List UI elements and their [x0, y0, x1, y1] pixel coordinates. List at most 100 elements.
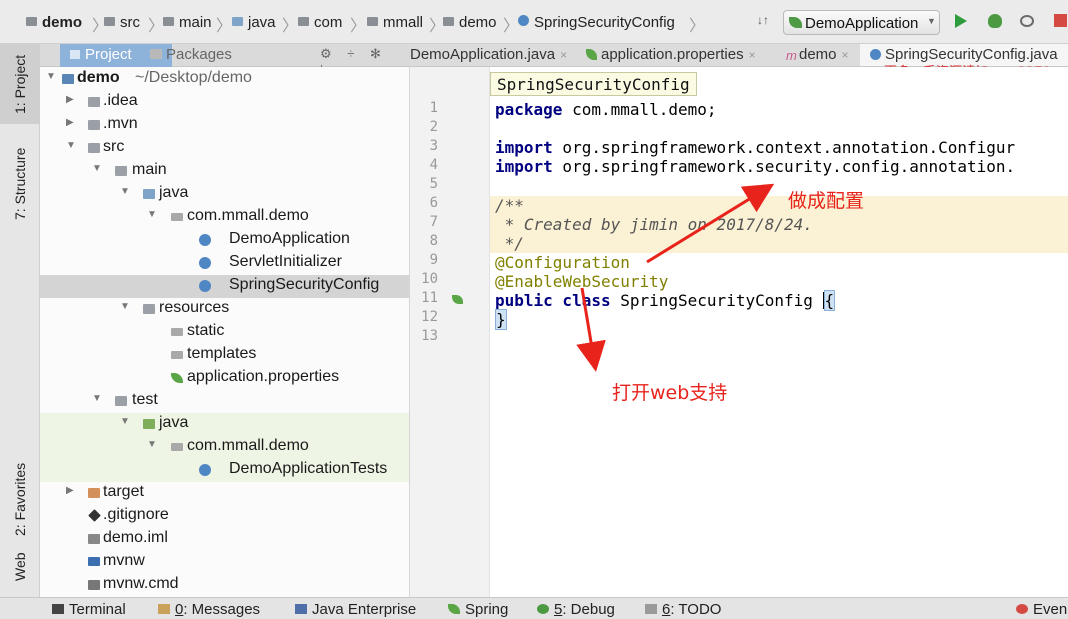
- tree-item-demo-iml[interactable]: demo.iml: [40, 528, 409, 551]
- editor-tab-demoapplication[interactable]: DemoApplication.java ×: [410, 46, 567, 63]
- code-line-11: public class SpringSecurityConfig {: [495, 290, 836, 311]
- messages-icon: [158, 604, 170, 614]
- tree-item-java[interactable]: ▼ java: [40, 183, 409, 206]
- breadcrumb-item-demo-pkg[interactable]: demo: [443, 14, 497, 31]
- line-number: 6: [429, 195, 438, 211]
- line-number: 1: [429, 100, 438, 116]
- tree-item-test-package[interactable]: ▼ com.mmall.demo: [40, 436, 409, 459]
- chevron-down-icon[interactable]: ▼: [66, 140, 76, 151]
- run-icon[interactable]: [955, 14, 967, 28]
- stop-icon[interactable]: [1054, 14, 1067, 27]
- tree-item-mvn[interactable]: ▶ .mvn: [40, 114, 409, 137]
- tool-button-todo[interactable]: 6: TODO: [645, 601, 721, 618]
- chevron-right-icon: 〉: [689, 18, 706, 35]
- tree-item-static[interactable]: static: [40, 321, 409, 344]
- tool-button-event-log[interactable]: Even: [1016, 601, 1067, 618]
- breadcrumb-item-com[interactable]: com: [298, 14, 342, 31]
- tool-button-debug[interactable]: 5: Debug: [537, 601, 615, 618]
- code-line-12: }: [495, 309, 507, 330]
- tool-tab-web[interactable]: Web: [0, 539, 40, 594]
- chevron-right-icon[interactable]: ▶: [66, 117, 74, 128]
- folder-icon: [115, 166, 127, 176]
- code-editor[interactable]: SpringSecurityConfig package com.mmall.d…: [490, 67, 1068, 597]
- tree-item-application-properties[interactable]: application.properties: [40, 367, 409, 390]
- resources-folder-icon: [143, 304, 155, 314]
- coverage-icon[interactable]: [1020, 15, 1034, 27]
- chevron-down-icon[interactable]: ▼: [92, 163, 102, 174]
- tree-item-mvnw[interactable]: mvnw: [40, 551, 409, 574]
- debug-icon: [537, 604, 549, 614]
- code-line-6: /**: [490, 196, 1068, 215]
- code-line-8: */: [490, 234, 1068, 253]
- close-icon[interactable]: ×: [560, 48, 567, 62]
- tree-item-springsecurityconfig[interactable]: SpringSecurityConfig: [40, 275, 409, 298]
- chevron-down-icon[interactable]: ▼: [92, 393, 102, 404]
- folder-icon: [104, 17, 115, 26]
- package-icon: [171, 443, 183, 451]
- bottom-tool-bar: Terminal 0: Messages Java Enterprise Spr…: [0, 597, 1068, 619]
- chevron-down-icon: ▼: [927, 16, 936, 26]
- chevron-down-icon[interactable]: ▼: [147, 209, 157, 220]
- tool-button-java-enterprise[interactable]: Java Enterprise: [295, 601, 416, 618]
- chevron-right-icon[interactable]: ▶: [66, 485, 74, 496]
- close-icon[interactable]: ×: [749, 48, 756, 62]
- debug-icon[interactable]: [988, 14, 1002, 28]
- folder-icon: [88, 120, 100, 130]
- chevron-down-icon[interactable]: ▼: [46, 71, 56, 82]
- todo-icon: [645, 604, 657, 614]
- tool-button-messages[interactable]: 0: Messages: [158, 601, 260, 618]
- chevron-down-icon[interactable]: ▼: [120, 301, 130, 312]
- tool-tab-project[interactable]: 1: Project: [0, 44, 40, 124]
- tool-tab-structure[interactable]: 7: Structure: [0, 134, 40, 234]
- tree-item-test[interactable]: ▼ test: [40, 390, 409, 413]
- chevron-down-icon[interactable]: ▼: [147, 439, 157, 450]
- breadcrumb-item-mmall[interactable]: mmall: [367, 14, 423, 31]
- tree-item-servletinitializer[interactable]: ServletInitializer: [40, 252, 409, 275]
- tree-item-test-java[interactable]: ▼ java: [40, 413, 409, 436]
- code-line-7: * Created by jimin on 2017/8/24.: [490, 215, 1068, 234]
- editor-tab-demo[interactable]: m demo ×: [786, 46, 849, 63]
- tree-item-resources[interactable]: ▼ resources: [40, 298, 409, 321]
- tree-item-gitignore[interactable]: .gitignore: [40, 505, 409, 528]
- run-configuration-label: DemoApplication: [805, 15, 919, 32]
- chevron-down-icon[interactable]: ▼: [120, 416, 130, 427]
- breadcrumb-item-java[interactable]: java: [232, 14, 276, 31]
- tree-item-templates[interactable]: templates: [40, 344, 409, 367]
- terminal-icon: [52, 604, 64, 614]
- breadcrumb-item-demo[interactable]: demo: [26, 14, 82, 31]
- line-number: 3: [429, 138, 438, 154]
- annotation-note-config: 做成配置: [788, 190, 865, 212]
- chevron-right-icon[interactable]: ▶: [66, 94, 74, 105]
- tree-item-mvnw-cmd[interactable]: mvnw.cmd: [40, 574, 409, 597]
- class-name-popup: SpringSecurityConfig: [490, 72, 697, 96]
- breadcrumb-item-class[interactable]: SpringSecurityConfig: [518, 14, 675, 31]
- maven-icon: m: [786, 48, 797, 63]
- breadcrumb-item-src[interactable]: src: [104, 14, 140, 31]
- tool-button-terminal[interactable]: Terminal: [52, 601, 126, 618]
- chevron-right-icon: 〉: [282, 18, 299, 35]
- tab-packages[interactable]: Packages: [150, 46, 232, 63]
- tree-item-src[interactable]: ▼ src: [40, 137, 409, 160]
- tool-button-spring[interactable]: Spring: [448, 601, 508, 618]
- tree-item-idea[interactable]: ▶ .idea: [40, 91, 409, 114]
- tree-item-package[interactable]: ▼ com.mmall.demo: [40, 206, 409, 229]
- editor-tab-application-properties[interactable]: application.properties ×: [586, 46, 756, 63]
- module-icon: [26, 17, 37, 26]
- project-icon: [70, 50, 80, 59]
- tree-item-demoapplication[interactable]: DemoApplication: [40, 229, 409, 252]
- run-configuration-select[interactable]: DemoApplication ▼: [783, 10, 940, 35]
- spring-boot-icon: [789, 17, 802, 28]
- tree-item-target[interactable]: ▶ target: [40, 482, 409, 505]
- package-icon: [443, 17, 454, 26]
- sort-icon[interactable]: ↓↑: [757, 13, 769, 27]
- close-icon[interactable]: ×: [842, 48, 849, 62]
- spring-leaf-icon: [171, 373, 183, 383]
- tree-item-main[interactable]: ▼ main: [40, 160, 409, 183]
- breadcrumb-item-main[interactable]: main: [163, 14, 212, 31]
- chevron-down-icon[interactable]: ▼: [120, 186, 130, 197]
- spring-bean-icon[interactable]: [452, 295, 463, 304]
- package-icon: [171, 213, 183, 221]
- tree-item-demoapplicationtests[interactable]: DemoApplicationTests: [40, 459, 409, 482]
- project-panel-header: Project Packages ⚙ ÷ ✻ ⊢: [40, 44, 410, 77]
- tree-item-demo-root[interactable]: ▼ demo ~/Desktop/demo: [40, 68, 409, 91]
